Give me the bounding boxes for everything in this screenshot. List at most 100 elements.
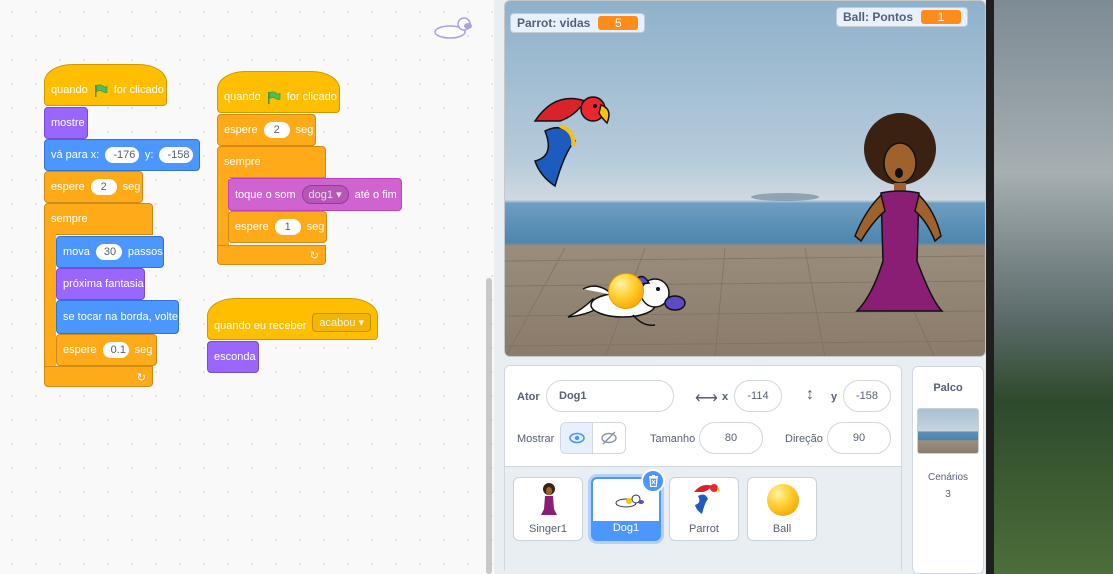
variable-monitor-lives[interactable]: Parrot: vidas 5: [510, 13, 646, 33]
go-to-xy-block[interactable]: vá para x: -176 y: -158: [44, 139, 200, 171]
wait-block[interactable]: espere 2 seg: [217, 114, 316, 146]
show-visible-button[interactable]: [561, 423, 594, 453]
sprite-name-input[interactable]: Dog1: [546, 380, 674, 412]
eye-icon: [568, 432, 585, 444]
x-value: -114: [747, 390, 769, 402]
size-input[interactable]: 80: [699, 422, 763, 454]
direction-input[interactable]: 90: [827, 422, 891, 454]
block-text: quando: [224, 91, 261, 103]
x-label: x: [722, 391, 729, 403]
forever-header: sempre: [217, 146, 326, 178]
block-text: espere: [63, 344, 97, 356]
block-text: passos: [127, 246, 163, 258]
move-block[interactable]: mova 30 passos: [56, 236, 164, 268]
wait-block[interactable]: espere 2 seg: [44, 171, 143, 203]
y-input[interactable]: -158: [159, 147, 193, 163]
sprite-label: Ator: [517, 391, 540, 403]
dog-thumbnail-icon: [615, 494, 644, 508]
backdrop-thumbnail: [917, 408, 979, 454]
wait-input[interactable]: 1: [274, 219, 301, 235]
message-dropdown[interactable]: acabou ▾: [312, 313, 372, 332]
block-text: esconda: [214, 351, 256, 363]
when-flag-clicked-block[interactable]: quando for clicado: [44, 64, 167, 106]
sprite-name: Parrot: [689, 523, 719, 535]
wait-inner-block[interactable]: espere 1 seg: [228, 211, 327, 243]
sprite-tile-singer1[interactable]: Singer1: [513, 477, 583, 541]
loop-arrow-icon: ↻: [136, 372, 146, 384]
next-costume-block[interactable]: próxima fantasia: [56, 268, 145, 300]
block-text: se tocar na borda, volte: [63, 311, 178, 323]
x-input[interactable]: -114: [734, 380, 782, 412]
variable-monitor-points[interactable]: Ball: Pontos 1: [836, 7, 969, 27]
play-sound-until-done-block[interactable]: toque o som dog1 ▾ até o fim: [228, 178, 402, 211]
block-text: quando: [51, 84, 88, 96]
block-text: espere: [235, 221, 269, 233]
monitor-label: Ball: Pontos: [843, 10, 914, 24]
ball-sprite[interactable]: [608, 273, 644, 309]
wait-input[interactable]: 0.1: [102, 342, 129, 358]
show-hidden-button[interactable]: [593, 423, 625, 453]
singer-thumbnail-icon: [541, 483, 557, 515]
code-scrollbar[interactable]: [486, 278, 492, 574]
wait-inner-block[interactable]: espere 0.1 seg: [56, 334, 157, 366]
sprite-tile-parrot[interactable]: Parrot: [669, 477, 739, 541]
green-flag-icon: [267, 91, 281, 104]
block-text: for clicado: [113, 84, 164, 96]
size-label: Tamanho: [650, 433, 696, 445]
bounce-block[interactable]: se tocar na borda, volte: [56, 300, 179, 334]
wait-input[interactable]: 2: [90, 179, 117, 195]
sprite-name-value: Dog1: [559, 390, 587, 402]
forever-footer: ↻: [44, 366, 153, 387]
singer-sprite[interactable]: [847, 111, 957, 321]
block-text: espere: [51, 181, 85, 193]
block-text: for clicado: [286, 91, 337, 103]
block-text: seg: [295, 124, 314, 136]
x-arrow-icon: ⟷: [695, 390, 718, 407]
sprite-tile-ball[interactable]: Ball: [747, 477, 817, 541]
block-text: sempre: [224, 156, 261, 168]
when-i-receive-block[interactable]: quando eu receber acabou ▾: [207, 298, 378, 340]
backdrops-label: Cenários: [927, 472, 969, 483]
stage-canvas[interactable]: Parrot: vidas 5 Ball: Pontos 1: [504, 0, 986, 357]
block-text: toque o som: [235, 188, 296, 201]
block-text: vá para x:: [51, 149, 100, 161]
delete-sprite-button[interactable]: [641, 469, 665, 493]
sprite-name: Ball: [772, 523, 792, 535]
stage-panel-title: Palco: [933, 382, 963, 394]
show-toggle: [560, 422, 626, 454]
window-edge: [986, 0, 994, 574]
block-text: próxima fantasia: [63, 278, 144, 290]
block-text: seg: [134, 344, 153, 356]
forever-footer: ↻: [217, 245, 326, 265]
block-text: y:: [144, 149, 154, 161]
forever-header: sempre: [44, 203, 153, 235]
parrot-thumbnail-icon: [694, 484, 720, 514]
stage-selector[interactable]: Palco Cenários 3: [912, 366, 984, 574]
sound-dropdown[interactable]: dog1 ▾: [301, 185, 349, 204]
sound-name: dog1: [308, 189, 334, 201]
parrot-sprite[interactable]: [515, 91, 615, 191]
block-text: mostre: [51, 117, 85, 129]
x-input[interactable]: -176: [105, 147, 139, 163]
direction-value: 90: [852, 432, 866, 444]
block-text: mova: [63, 246, 90, 258]
message-name: acabou: [319, 317, 356, 329]
monitor-label: Parrot: vidas: [517, 16, 591, 30]
code-area[interactable]: quando for clicado mostre vá para x: -17…: [0, 0, 494, 574]
hide-block[interactable]: esconda: [207, 341, 259, 373]
show-label: Mostrar: [517, 433, 555, 445]
when-flag-clicked-block[interactable]: quando for clicado: [217, 71, 340, 113]
y-input[interactable]: -158: [843, 380, 891, 412]
forever-arm: [44, 234, 56, 368]
trash-icon: [648, 475, 658, 487]
steps-input[interactable]: 30: [95, 244, 122, 260]
backdrops-count: 3: [945, 489, 951, 500]
loop-arrow-icon: ↻: [309, 250, 319, 262]
monitor-value: 5: [598, 16, 639, 30]
show-block[interactable]: mostre: [44, 107, 88, 139]
sprite-name: Singer1: [529, 523, 567, 535]
wait-input[interactable]: 2: [263, 122, 290, 138]
sprite-name: Dog1: [612, 522, 640, 534]
block-text: espere: [224, 124, 258, 136]
sprite-list: Singer1 Dog1 Parrot Ball: [505, 466, 901, 574]
